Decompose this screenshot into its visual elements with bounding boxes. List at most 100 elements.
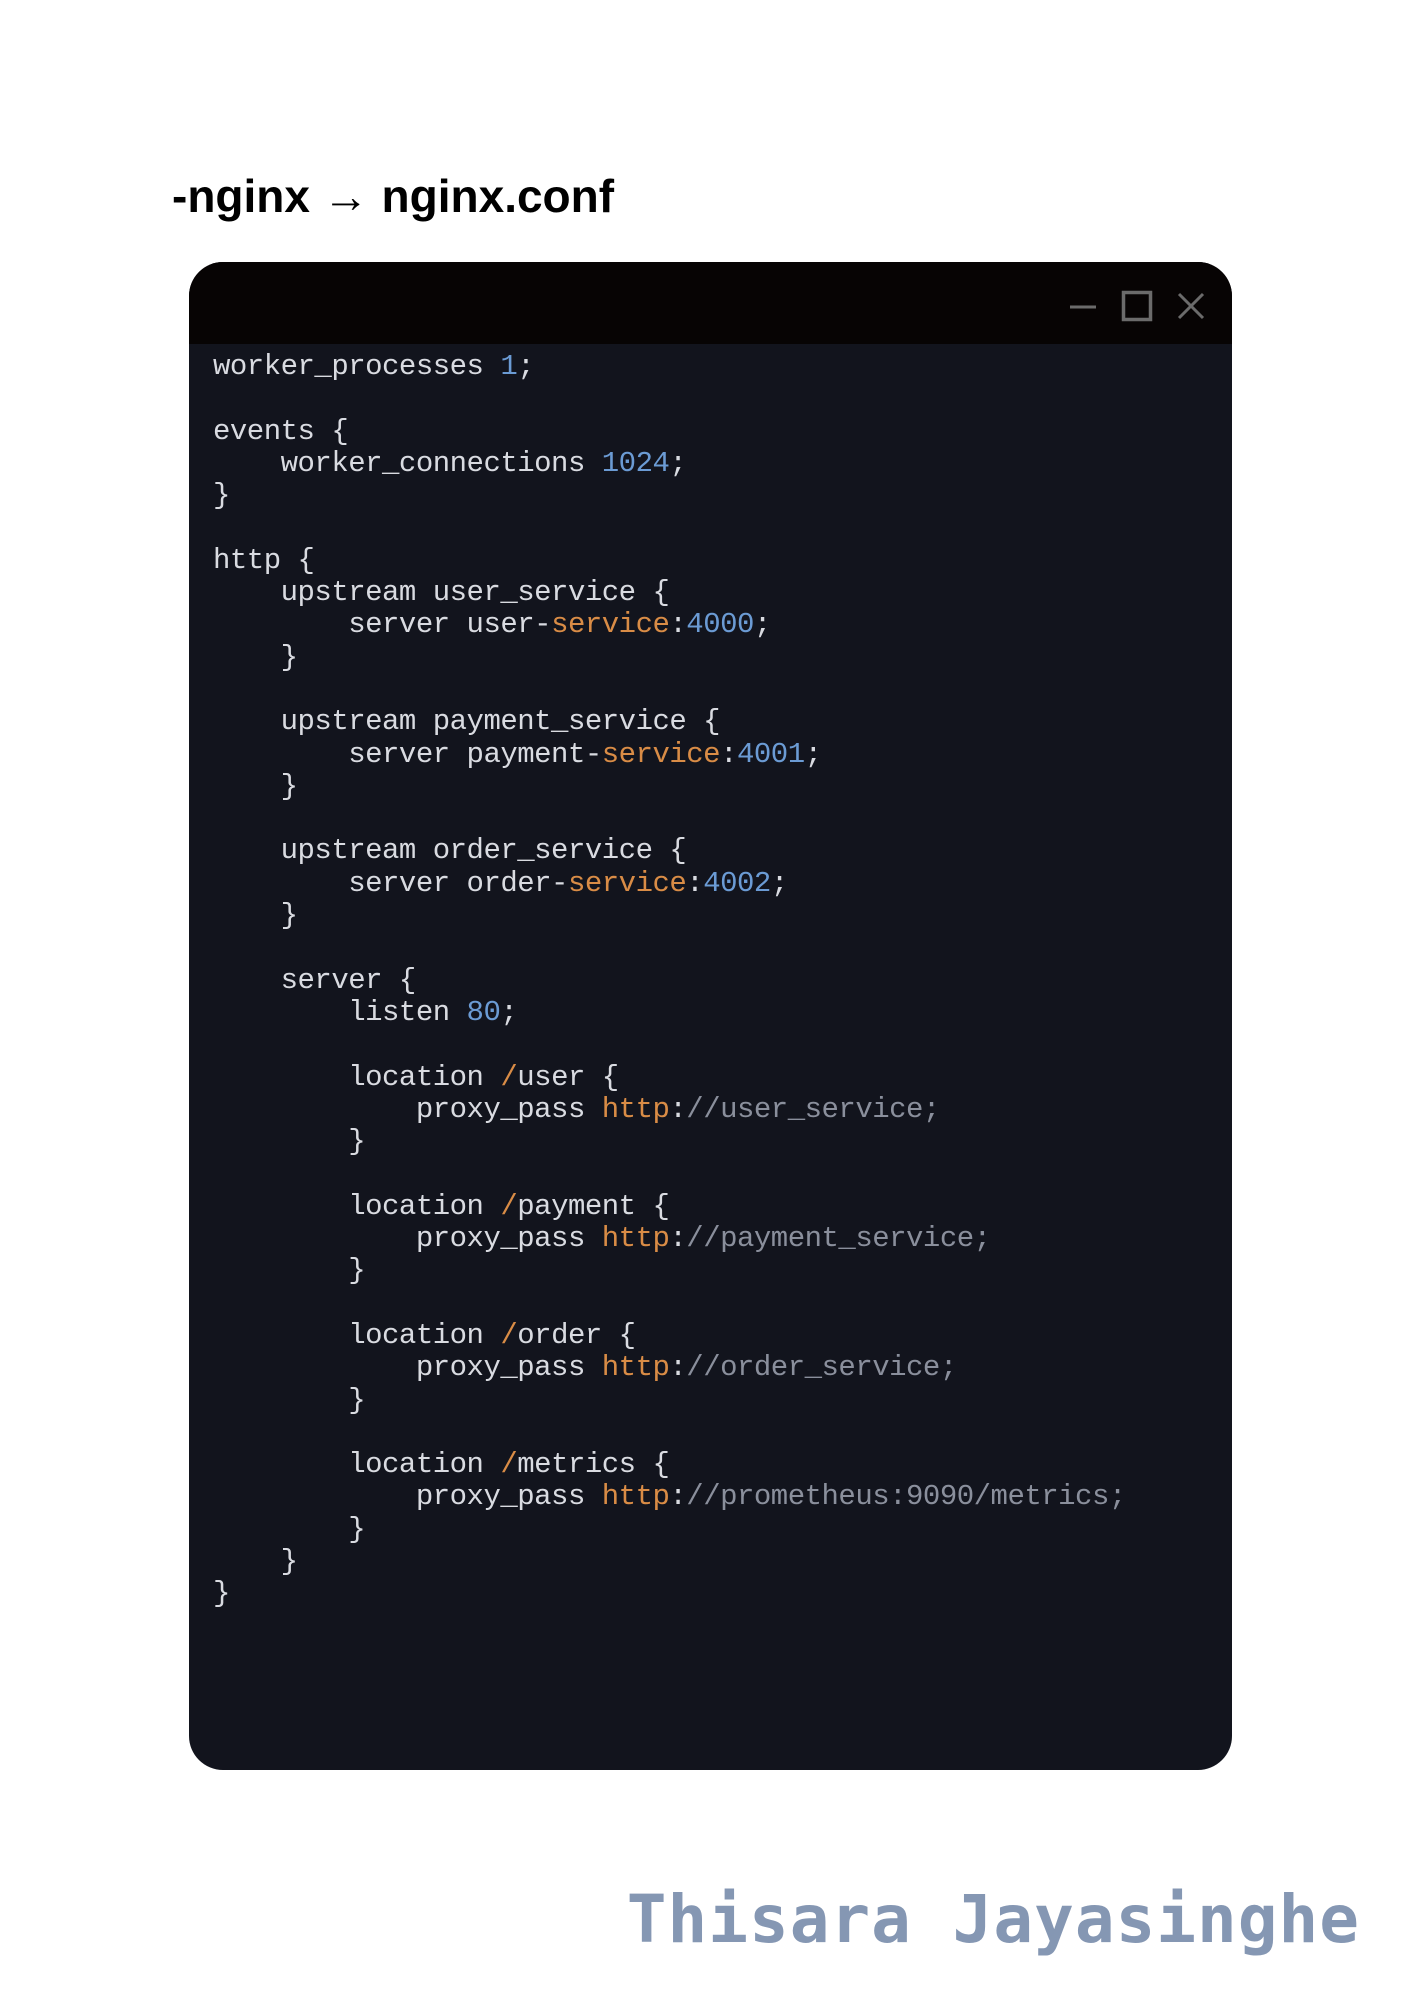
- close-icon[interactable]: [1174, 289, 1208, 323]
- code-token: http: [601, 1092, 670, 1126]
- code-line: }: [213, 1255, 1126, 1287]
- code-token: :: [669, 1092, 687, 1126]
- code-token: :: [686, 866, 704, 900]
- code-line: server payment-service:4001;: [213, 737, 1126, 771]
- code-token: http: [601, 1480, 670, 1514]
- code-token: worker_connections: [213, 446, 602, 480]
- window-title-bar: [189, 262, 1232, 344]
- code-token: :: [669, 1351, 687, 1385]
- code-line: }: [213, 1125, 1126, 1159]
- code-line: upstream order_service {: [213, 835, 1126, 867]
- code-token: 4002: [703, 866, 771, 900]
- code-line: worker_connections 1024;: [213, 446, 1126, 480]
- code-token: ;: [804, 737, 822, 771]
- code-token: worker_processes: [213, 350, 501, 383]
- minimize-icon[interactable]: [1066, 289, 1100, 323]
- code-token: server payment-: [213, 737, 602, 771]
- code-token: server user-: [213, 608, 552, 642]
- code-token: upstream payment_service {: [213, 705, 721, 739]
- code-line: upstream payment_service {: [213, 706, 1126, 738]
- page-title: -nginx → nginx.conf: [172, 170, 615, 222]
- code-window: worker_processes 1; events { worker_conn…: [189, 262, 1232, 1770]
- code-token: http {: [213, 543, 315, 577]
- code-line: http {: [213, 543, 1126, 577]
- code-token: //order_service;: [686, 1351, 957, 1385]
- code-token: 80: [466, 995, 501, 1029]
- code-line: server user-service:4000;: [213, 609, 1126, 641]
- code-line: location /order {: [213, 1318, 1126, 1352]
- code-token: //user_service;: [686, 1092, 940, 1126]
- code-token: /: [500, 1060, 518, 1094]
- code-line: }: [213, 480, 1126, 512]
- code-token: location: [213, 1060, 501, 1094]
- code-token: location: [213, 1318, 501, 1352]
- code-token: }: [213, 1512, 366, 1546]
- code-line: }: [213, 769, 1126, 803]
- code-token: :: [669, 608, 687, 642]
- code-token: service: [551, 608, 670, 642]
- code-token: 4001: [737, 737, 805, 771]
- code-line: proxy_pass http://user_service;: [213, 1092, 1126, 1126]
- code-token: }: [213, 1254, 366, 1288]
- code-token: /: [500, 1448, 518, 1482]
- code-token: }: [213, 1577, 230, 1611]
- code-token: ;: [770, 866, 788, 900]
- code-line: proxy_pass http://order_service;: [213, 1352, 1126, 1384]
- code-line: }: [213, 1578, 1126, 1610]
- code-token: ;: [753, 608, 771, 642]
- code-token: 4000: [686, 608, 754, 642]
- code-line: }: [213, 1544, 1126, 1578]
- code-token: metrics {: [517, 1448, 670, 1482]
- code-line: }: [213, 1512, 1126, 1546]
- code-line: proxy_pass http://payment_service;: [213, 1222, 1126, 1256]
- code-line: events {: [213, 414, 1126, 448]
- code-token: http: [601, 1351, 670, 1385]
- code-token: 1: [500, 350, 518, 383]
- code-token: ;: [517, 350, 535, 383]
- code-token: listen: [213, 995, 467, 1029]
- window-controls: [1066, 288, 1208, 324]
- code-token: upstream order_service {: [213, 834, 687, 868]
- code-token: }: [213, 899, 298, 933]
- code-line: }: [213, 899, 1126, 933]
- maximize-icon[interactable]: [1120, 289, 1154, 323]
- code-token: proxy_pass: [213, 1222, 602, 1256]
- code-line: worker_processes 1;: [213, 350, 1126, 383]
- code-token: http: [601, 1222, 670, 1256]
- code-token: order {: [517, 1318, 636, 1352]
- code-line: server order-service:4002;: [213, 866, 1126, 900]
- code-token: }: [213, 1383, 366, 1417]
- code-token: service: [601, 737, 721, 771]
- code-token: payment {: [517, 1189, 670, 1223]
- code-token: server order-: [213, 866, 568, 900]
- code-token: /: [500, 1189, 518, 1223]
- code-token: location: [213, 1448, 501, 1482]
- code-token: //payment_service;: [686, 1222, 991, 1256]
- code-token: }: [213, 1125, 366, 1159]
- code-token: ;: [500, 995, 518, 1029]
- code-token: :: [669, 1480, 687, 1514]
- code-token: upstream user_service {: [213, 576, 670, 610]
- code-token: events {: [213, 414, 349, 448]
- code-token: service: [567, 866, 687, 900]
- code-line: }: [213, 1383, 1126, 1417]
- code-token: //prometheus:9090/metrics;: [686, 1480, 1126, 1514]
- code-token: server {: [213, 963, 417, 997]
- code-token: }: [213, 479, 230, 513]
- code-line: listen 80;: [213, 995, 1126, 1029]
- code-token: }: [213, 769, 298, 803]
- code-token: :: [720, 737, 737, 771]
- code-line: location /user {: [213, 1060, 1126, 1094]
- code-line: location /payment {: [213, 1189, 1126, 1223]
- code-token: proxy_pass: [213, 1351, 602, 1385]
- code-line: proxy_pass http://prometheus:9090/metric…: [213, 1481, 1126, 1513]
- code-token: location: [213, 1189, 501, 1223]
- code-token: }: [213, 1544, 298, 1578]
